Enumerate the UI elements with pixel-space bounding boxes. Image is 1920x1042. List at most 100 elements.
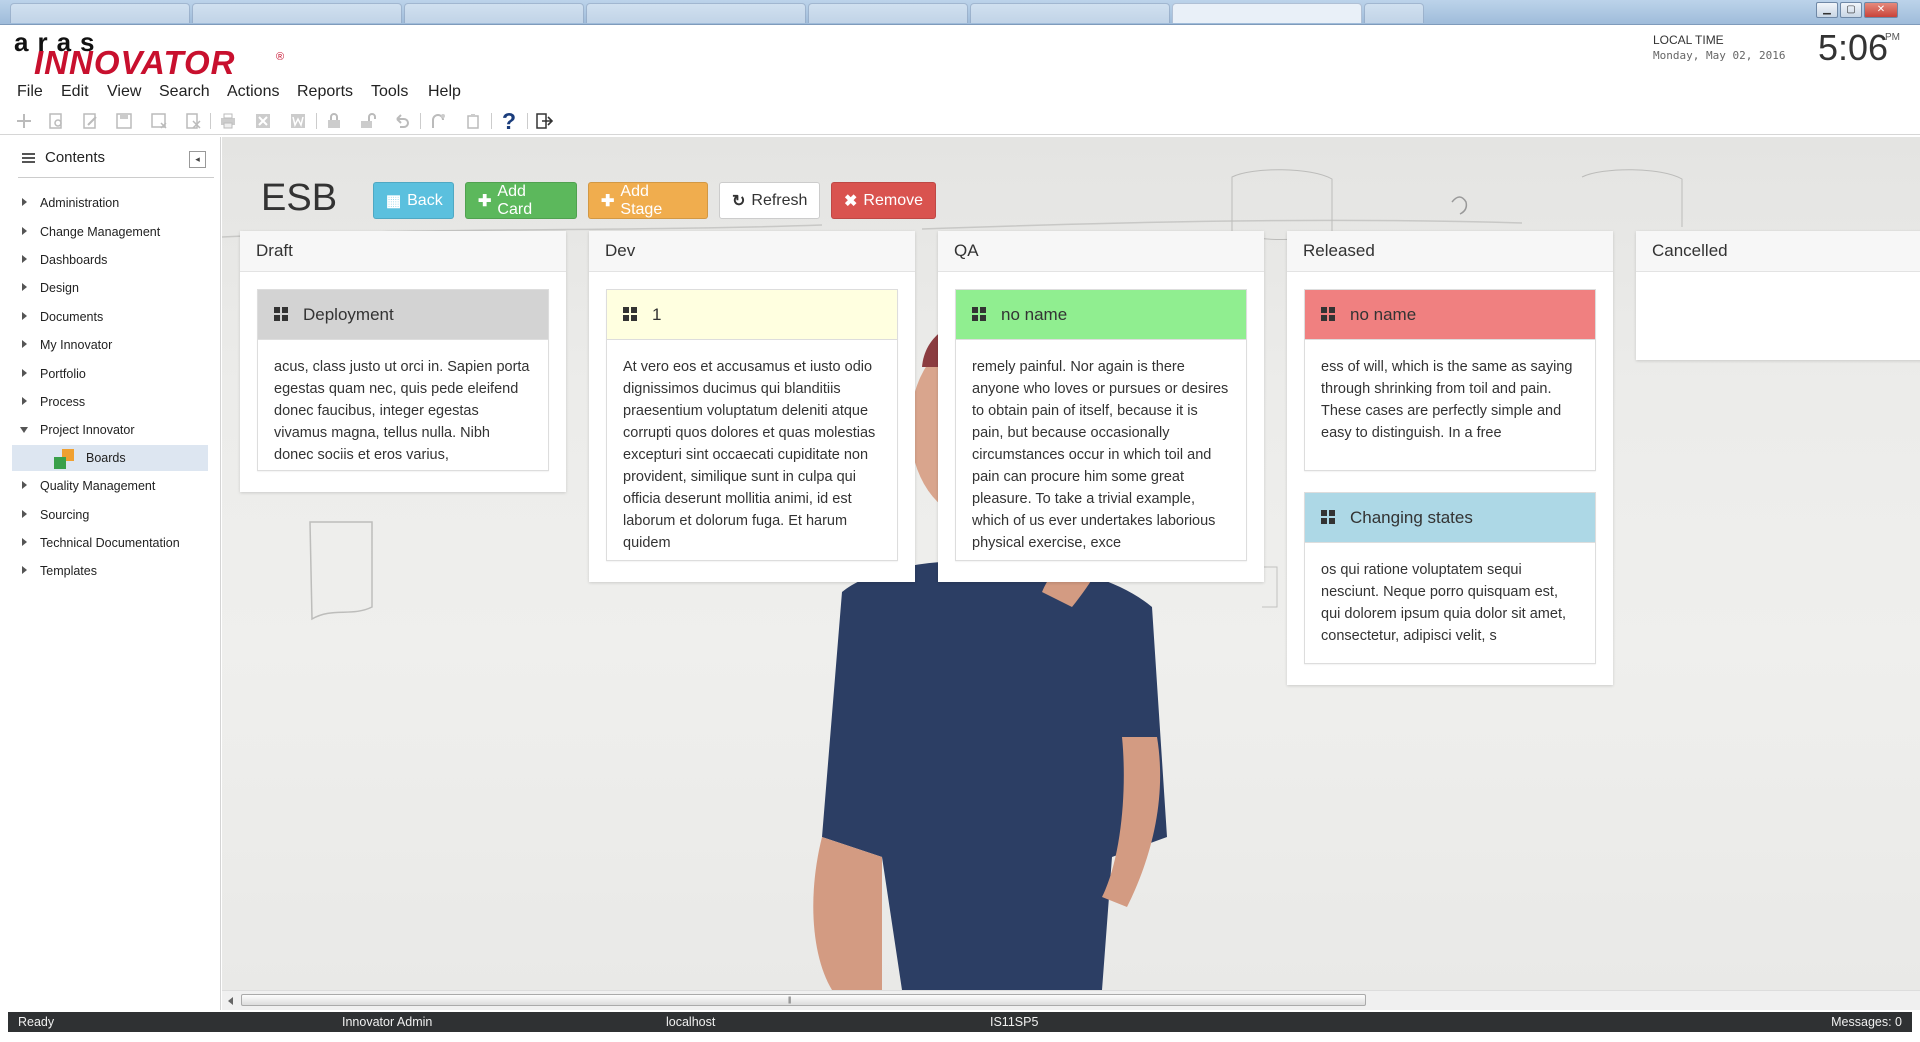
- card-description: os qui ratione voluptatem sequi nesciunt…: [1321, 562, 1567, 644]
- card[interactable]: no name ess of will, which is the same a…: [1304, 289, 1596, 471]
- expand-arrow-icon[interactable]: [22, 510, 27, 518]
- unlock-icon[interactable]: [358, 111, 378, 131]
- scroll-left-icon[interactable]: [228, 997, 233, 1005]
- collapse-sidebar-button[interactable]: ◂: [189, 151, 206, 168]
- sidebar-item-quality-management[interactable]: Quality Management: [8, 476, 208, 498]
- grid-icon: ▦: [386, 192, 402, 210]
- save-icon[interactable]: [114, 111, 134, 131]
- expand-arrow-icon[interactable]: [22, 538, 27, 546]
- card-header[interactable]: no name: [956, 290, 1246, 340]
- expand-arrow-icon[interactable]: [22, 255, 27, 263]
- card-title: no name: [1350, 304, 1417, 324]
- lock-icon[interactable]: [324, 111, 344, 131]
- browser-tab[interactable]: [10, 3, 190, 23]
- sidebar-item-change-management[interactable]: Change Management: [8, 222, 208, 244]
- help-icon[interactable]: ?: [499, 108, 519, 134]
- menu-view[interactable]: View: [107, 83, 141, 101]
- sidebar-item-project-innovator[interactable]: Project Innovator: [8, 420, 208, 442]
- add-card-button[interactable]: ✚ Add Card: [465, 182, 577, 219]
- stage-title[interactable]: Cancelled: [1636, 231, 1920, 272]
- add-stage-button[interactable]: ✚ Add Stage: [588, 182, 708, 219]
- card-header[interactable]: Changing states: [1305, 493, 1595, 543]
- open-icon[interactable]: [46, 111, 66, 131]
- new-icon[interactable]: [14, 111, 34, 131]
- expand-arrow-icon[interactable]: [22, 283, 27, 291]
- card[interactable]: no name remely painful. Nor again is the…: [955, 289, 1247, 561]
- excel-icon[interactable]: [253, 111, 273, 131]
- card[interactable]: 1 At vero eos et accusamus et iusto odio…: [606, 289, 898, 561]
- edit-icon[interactable]: [80, 111, 100, 131]
- menu-actions[interactable]: Actions: [227, 83, 279, 101]
- browser-tab[interactable]: [970, 3, 1170, 23]
- grid-icon: [274, 307, 289, 322]
- browser-tab[interactable]: [586, 3, 806, 23]
- menu-search[interactable]: Search: [159, 83, 210, 101]
- logout-icon[interactable]: [534, 111, 554, 131]
- menu-edit[interactable]: Edit: [61, 83, 89, 101]
- browser-tab[interactable]: [1364, 3, 1424, 23]
- expand-arrow-icon[interactable]: [22, 340, 27, 348]
- browser-tab[interactable]: [192, 3, 402, 23]
- horizontal-scrollbar[interactable]: |||: [222, 990, 1920, 1010]
- remove-button[interactable]: ✖ Remove: [831, 182, 936, 219]
- scrollbar-thumb[interactable]: |||: [241, 994, 1366, 1006]
- card[interactable]: Deployment acus, class justo ut orci in.…: [257, 289, 549, 471]
- browser-tab-active[interactable]: [1172, 3, 1362, 23]
- collapse-arrow-icon[interactable]: [20, 427, 28, 433]
- hamburger-icon[interactable]: [22, 151, 35, 165]
- menu-help[interactable]: Help: [428, 83, 461, 101]
- status-bar: Ready Innovator Admin localhost IS11SP5 …: [8, 1012, 1912, 1032]
- word-icon[interactable]: [288, 111, 308, 131]
- sidebar-item-administration[interactable]: Administration: [8, 193, 208, 215]
- local-time-label: LOCAL TIME: [1653, 33, 1724, 47]
- stage-title[interactable]: Released: [1287, 231, 1613, 272]
- promote-icon[interactable]: [428, 111, 448, 131]
- stage-title[interactable]: QA: [938, 231, 1264, 272]
- browser-tab[interactable]: [808, 3, 968, 23]
- sidebar-item-portfolio[interactable]: Portfolio: [8, 364, 208, 386]
- save-close-icon[interactable]: [149, 111, 169, 131]
- sidebar-item-boards[interactable]: Boards: [12, 445, 208, 471]
- sidebar-item-process[interactable]: Process: [8, 392, 208, 414]
- sidebar-item-label: Sourcing: [40, 508, 90, 522]
- menu-tools[interactable]: Tools: [371, 83, 408, 101]
- expand-arrow-icon[interactable]: [22, 369, 27, 377]
- maximize-button[interactable]: ▢: [1840, 2, 1862, 18]
- card-header[interactable]: 1: [607, 290, 897, 340]
- refresh-button[interactable]: ↻ Refresh: [719, 182, 820, 219]
- undo-icon[interactable]: [392, 111, 412, 131]
- sidebar-item-documents[interactable]: Documents: [8, 307, 208, 329]
- menu-reports[interactable]: Reports: [297, 83, 353, 101]
- card-header[interactable]: no name: [1305, 290, 1595, 340]
- sidebar-item-technical-documentation[interactable]: Technical Documentation: [8, 533, 208, 555]
- expand-arrow-icon[interactable]: [22, 481, 27, 489]
- expand-arrow-icon[interactable]: [22, 566, 27, 574]
- expand-arrow-icon[interactable]: [22, 397, 27, 405]
- remove-button-label: Remove: [863, 191, 923, 209]
- back-button[interactable]: ▦ Back: [373, 182, 454, 219]
- expand-arrow-icon[interactable]: [22, 198, 27, 206]
- status-database: IS11SP5: [990, 1015, 1039, 1029]
- print-icon[interactable]: [218, 111, 238, 131]
- sidebar-item-dashboards[interactable]: Dashboards: [8, 250, 208, 272]
- toolbar-separator: [491, 113, 492, 129]
- stage-title[interactable]: Draft: [240, 231, 566, 272]
- plus-icon: ✚: [601, 192, 615, 210]
- card[interactable]: Changing states os qui ratione voluptate…: [1304, 492, 1596, 664]
- minimize-button[interactable]: ▁: [1816, 2, 1838, 18]
- browser-tab[interactable]: [404, 3, 584, 23]
- discard-icon[interactable]: [183, 111, 203, 131]
- sidebar-item-design[interactable]: Design: [8, 278, 208, 300]
- expand-arrow-icon[interactable]: [22, 227, 27, 235]
- sidebar-item-templates[interactable]: Templates: [8, 561, 208, 583]
- close-window-button[interactable]: ✕: [1864, 2, 1898, 18]
- divider: [18, 177, 214, 178]
- expand-arrow-icon[interactable]: [22, 312, 27, 320]
- card-title: no name: [1001, 304, 1068, 324]
- sidebar-item-my-innovator[interactable]: My Innovator: [8, 335, 208, 357]
- copy-icon[interactable]: [463, 111, 483, 131]
- stage-title[interactable]: Dev: [589, 231, 915, 272]
- sidebar-item-sourcing[interactable]: Sourcing: [8, 505, 208, 527]
- card-header[interactable]: Deployment: [258, 290, 548, 340]
- menu-file[interactable]: File: [17, 83, 43, 101]
